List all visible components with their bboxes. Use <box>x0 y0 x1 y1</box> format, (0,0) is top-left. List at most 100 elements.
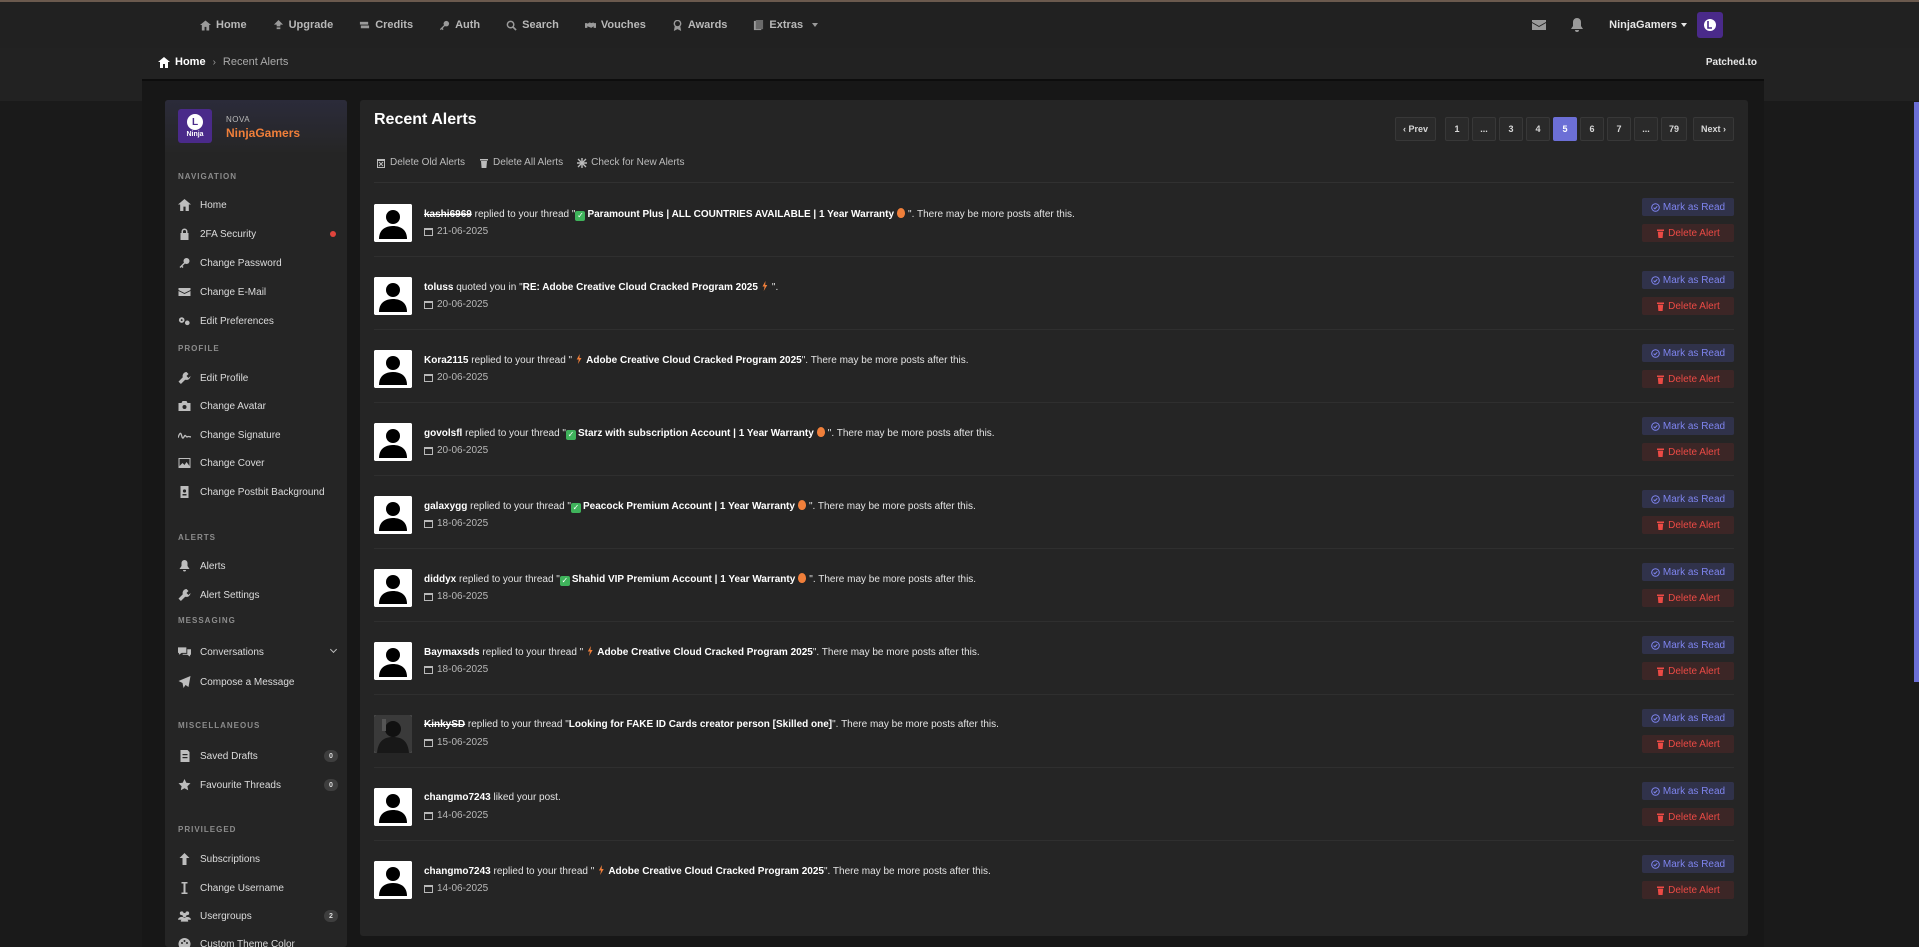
sidebar-item-subscriptions[interactable]: Subscriptions <box>178 849 338 869</box>
delete-alert-button[interactable]: Delete Alert <box>1642 224 1734 242</box>
delete-alert-button[interactable]: Delete Alert <box>1642 370 1734 388</box>
alert-message[interactable]: Baymaxsds replied to your thread " Adobe … <box>424 646 980 658</box>
alert-thread-title[interactable]: RE: Adobe Creative Cloud Cracked Program… <box>523 282 758 293</box>
sidebar-item-2fa-security[interactable]: 2FA Security <box>178 224 338 244</box>
sidebar-item-compose-message[interactable]: Compose a Message <box>178 672 338 692</box>
alert-username[interactable]: KinkySD <box>424 719 465 730</box>
pagination-page[interactable]: 1 <box>1444 117 1469 141</box>
delete-all-alerts-button[interactable]: Delete All Alerts <box>479 157 563 168</box>
delete-alert-button[interactable]: Delete Alert <box>1642 735 1734 753</box>
sidebar-item-edit-profile[interactable]: Edit Profile <box>178 368 338 388</box>
sidebar-item-change-email[interactable]: Change E-Mail <box>178 282 338 302</box>
alert-username[interactable]: govolsfl <box>424 428 462 439</box>
alert-thread-title[interactable]: Shahid VIP Premium Account | 1 Year Warr… <box>572 574 795 585</box>
alert-thread-title[interactable]: Paramount Plus | ALL COUNTRIES AVAILABLE… <box>587 209 894 220</box>
avatar[interactable] <box>374 569 412 607</box>
pagination-page[interactable]: 4 <box>1525 117 1550 141</box>
profile-name[interactable]: NinjaGamers <box>226 126 300 140</box>
alert-username[interactable]: toluss <box>424 282 453 293</box>
nav-search[interactable]: Search <box>506 19 559 31</box>
mark-as-read-button[interactable]: Mark as Read <box>1642 490 1734 508</box>
avatar[interactable] <box>374 496 412 534</box>
avatar[interactable] <box>374 642 412 680</box>
alert-username[interactable]: changmo7243 <box>424 792 491 803</box>
pagination-page[interactable]: 3 <box>1498 117 1523 141</box>
sidebar-item-alerts[interactable]: Alerts <box>178 556 338 576</box>
delete-alert-button[interactable]: Delete Alert <box>1642 443 1734 461</box>
sidebar-item-change-postbit-background[interactable]: Change Postbit Background <box>178 482 338 502</box>
site-name[interactable]: Patched.to <box>1706 57 1757 68</box>
check-new-alerts-button[interactable]: Check for New Alerts <box>577 157 684 168</box>
mark-as-read-button[interactable]: Mark as Read <box>1642 709 1734 727</box>
delete-alert-button[interactable]: Delete Alert <box>1642 881 1734 899</box>
envelope-icon[interactable] <box>1531 17 1547 33</box>
alert-thread-title[interactable]: Starz with subscription Account | 1 Year… <box>578 428 814 439</box>
avatar[interactable] <box>374 423 412 461</box>
alert-message[interactable]: toluss quoted you in "RE: Adobe Creative… <box>424 281 778 293</box>
sidebar-item-edit-preferences[interactable]: Edit Preferences <box>178 311 338 331</box>
sidebar-item-usergroups[interactable]: Usergroups 2 <box>178 906 338 926</box>
alert-message[interactable]: diddyx replied to your thread " ✓ Shahid V… <box>424 573 976 586</box>
pagination-page[interactable]: 79 <box>1660 117 1687 141</box>
delete-alert-button[interactable]: Delete Alert <box>1642 589 1734 607</box>
alert-thread-title[interactable]: Adobe Creative Cloud Cracked Program 202… <box>608 866 824 877</box>
alert-username[interactable]: Baymaxsds <box>424 647 480 658</box>
avatar[interactable] <box>374 861 412 899</box>
alert-username[interactable]: changmo7243 <box>424 866 491 877</box>
alert-message[interactable]: KinkySD replied to your thread "Looking … <box>424 719 999 730</box>
alert-username[interactable]: diddyx <box>424 574 456 585</box>
nav-vouches[interactable]: Vouches <box>584 19 646 31</box>
alert-thread-title[interactable]: Looking for FAKE ID Cards creator person… <box>569 719 832 730</box>
breadcrumb-home[interactable]: Home <box>158 56 206 68</box>
pagination-page-current[interactable]: 5 <box>1552 117 1577 141</box>
alert-message[interactable]: galaxygg replied to your thread " ✓ Peacoc… <box>424 500 976 513</box>
sidebar-item-change-signature[interactable]: Change Signature <box>178 425 338 445</box>
nav-auth[interactable]: Auth <box>439 19 480 31</box>
mark-as-read-button[interactable]: Mark as Read <box>1642 855 1734 873</box>
avatar[interactable] <box>374 350 412 388</box>
sidebar-item-change-username[interactable]: Change Username <box>178 878 338 898</box>
chevron-down-icon[interactable] <box>329 645 338 654</box>
mark-as-read-button[interactable]: Mark as Read <box>1642 417 1734 435</box>
avatar[interactable] <box>374 277 412 315</box>
mark-as-read-button[interactable]: Mark as Read <box>1642 271 1734 289</box>
sidebar-item-saved-drafts[interactable]: Saved Drafts 0 <box>178 746 338 766</box>
avatar[interactable] <box>374 715 412 753</box>
nav-extras[interactable]: Extras <box>753 19 819 31</box>
delete-old-alerts-button[interactable]: Delete Old Alerts <box>376 157 465 168</box>
alert-message[interactable]: changmo7243 replied to your thread " Adob… <box>424 865 991 877</box>
delete-alert-button[interactable]: Delete Alert <box>1642 297 1734 315</box>
delete-alert-button[interactable]: Delete Alert <box>1642 662 1734 680</box>
sidebar-item-conversations[interactable]: Conversations <box>178 642 338 662</box>
avatar[interactable] <box>374 788 412 826</box>
alert-thread-title[interactable]: Peacock Premium Account | 1 Year Warrant… <box>583 501 795 512</box>
alert-username[interactable]: galaxygg <box>424 501 467 512</box>
delete-alert-button[interactable]: Delete Alert <box>1642 808 1734 826</box>
nav-credits[interactable]: Credits <box>359 19 413 31</box>
alert-thread-title[interactable]: Adobe Creative Cloud Cracked Program 202… <box>586 355 802 366</box>
mark-as-read-button[interactable]: Mark as Read <box>1642 344 1734 362</box>
nav-upgrade[interactable]: Upgrade <box>273 19 333 31</box>
pagination-page[interactable]: 6 <box>1579 117 1604 141</box>
scrollbar[interactable] <box>1914 102 1919 682</box>
nav-home[interactable]: Home <box>200 19 247 31</box>
alert-message[interactable]: changmo7243 liked your post. <box>424 792 561 803</box>
alert-username[interactable]: Kora2115 <box>424 355 468 366</box>
avatar[interactable] <box>374 204 412 242</box>
avatar[interactable] <box>1697 12 1723 38</box>
alert-username[interactable]: kashi6969 <box>424 209 472 220</box>
alert-message[interactable]: kashi6969 replied to your thread " ✓ Param… <box>424 208 1075 221</box>
user-menu[interactable]: NinjaGamers <box>1609 12 1723 38</box>
sidebar-item-change-password[interactable]: Change Password <box>178 253 338 273</box>
mark-as-read-button[interactable]: Mark as Read <box>1642 563 1734 581</box>
sidebar-item-custom-theme-color[interactable]: Custom Theme Color <box>178 934 338 947</box>
bell-icon[interactable] <box>1569 17 1585 33</box>
pagination-prev[interactable]: ‹ Prev <box>1394 117 1436 141</box>
sidebar-item-favourite-threads[interactable]: Favourite Threads 0 <box>178 775 338 795</box>
alert-message[interactable]: Kora2115 replied to your thread " Adobe C… <box>424 354 969 366</box>
nav-awards[interactable]: Awards <box>672 19 727 31</box>
delete-alert-button[interactable]: Delete Alert <box>1642 516 1734 534</box>
sidebar-item-change-cover[interactable]: Change Cover <box>178 453 338 473</box>
mark-as-read-button[interactable]: Mark as Read <box>1642 198 1734 216</box>
alert-message[interactable]: govolsfl replied to your thread " ✓ Starz … <box>424 427 995 440</box>
